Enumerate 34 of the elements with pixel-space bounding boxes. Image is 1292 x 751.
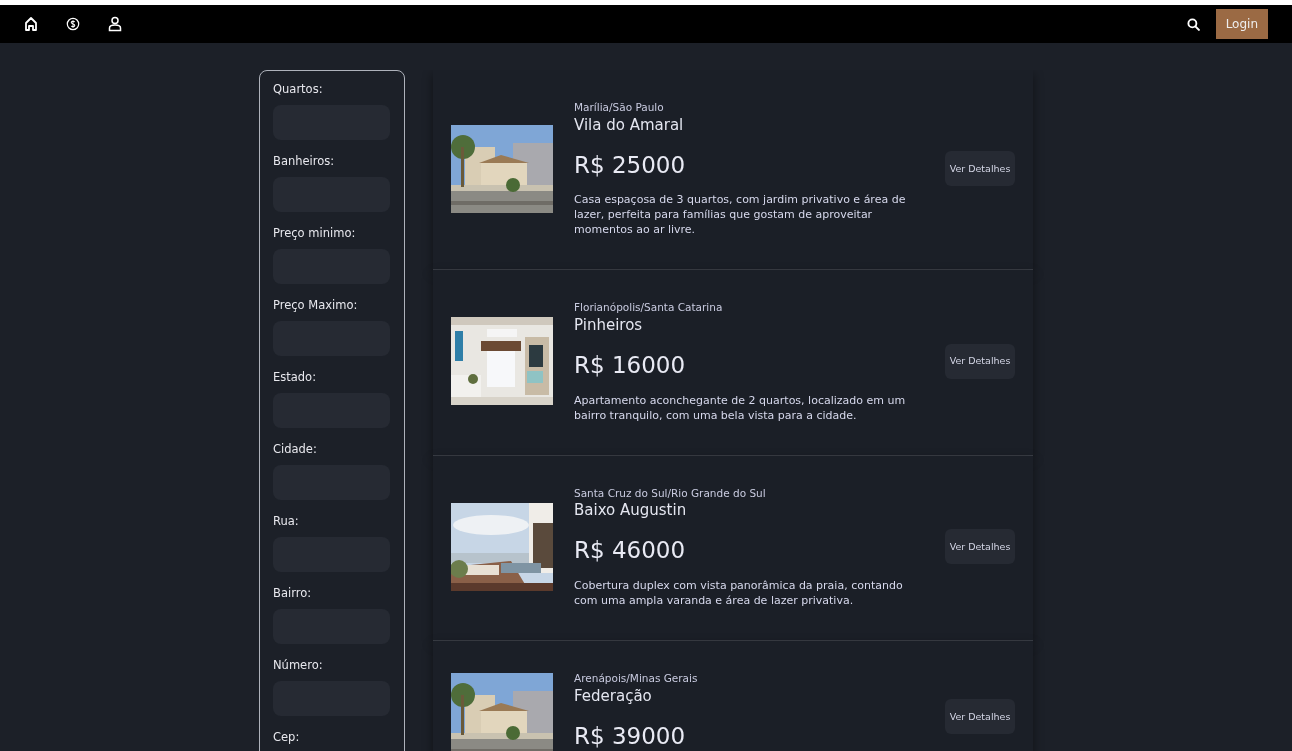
login-button[interactable]: Login xyxy=(1215,9,1268,39)
filter-label: Cep: xyxy=(273,731,301,744)
user-icon[interactable] xyxy=(108,16,122,32)
filter-label: Número: xyxy=(273,659,324,672)
dollar-coin-icon[interactable] xyxy=(66,16,80,32)
location-text: Marília/São Paulo xyxy=(574,100,665,115)
filter-label: Banheiros: xyxy=(273,155,336,168)
details-button[interactable]: Ver Detalhes xyxy=(945,529,1015,565)
search-icon[interactable] xyxy=(1186,17,1200,31)
description-text: Apartamento aconchegante de 2 quartos, localizado em um bairro tranquilo, com uma bela vista para a cidade. xyxy=(574,392,907,423)
filter-label: Preço Maximo: xyxy=(273,299,359,312)
location-text: Arenápois/Minas Gerais xyxy=(574,670,699,686)
location-text: Santa Cruz do Sul/Rio Grande do Sul xyxy=(574,485,767,501)
filter-label: Estado: xyxy=(273,371,318,384)
filter-label: Quartos: xyxy=(273,83,324,96)
description-text: Casa espaçosa de 3 quartos, com jardim privativo e área de lazer, perfeita para famílias que gostam de aproveitar momentos ao ar livre. xyxy=(574,192,907,238)
details-button[interactable]: Ver Detalhes xyxy=(945,343,1015,379)
details-button[interactable]: Ver Detalhes xyxy=(945,151,1015,187)
property-name: Pinheiros xyxy=(574,316,644,334)
property-name: Federação xyxy=(574,686,653,705)
filter-label: Preço minimo: xyxy=(273,227,357,240)
price-text: R$ 39000 xyxy=(574,721,687,751)
property-name: Baixo Augustin xyxy=(574,501,688,520)
filter-label: Cidade: xyxy=(273,443,318,456)
home-icon[interactable] xyxy=(24,16,38,32)
details-button[interactable]: Ver Detalhes xyxy=(945,699,1015,735)
price-text: R$ 16000 xyxy=(574,351,687,380)
filter-label: Rua: xyxy=(273,515,300,528)
description-text: Cobertura duplex com vista panorâmica da praia, contando com uma ampla varanda e área de lazer privativa. xyxy=(574,577,904,608)
price-text: R$ 25000 xyxy=(574,150,687,180)
property-name: Vila do Amaral xyxy=(574,115,685,134)
location-text: Florianópolis/Santa Catarina xyxy=(574,300,724,316)
price-text: R$ 46000 xyxy=(574,536,687,566)
filter-label: Bairro: xyxy=(273,587,313,600)
